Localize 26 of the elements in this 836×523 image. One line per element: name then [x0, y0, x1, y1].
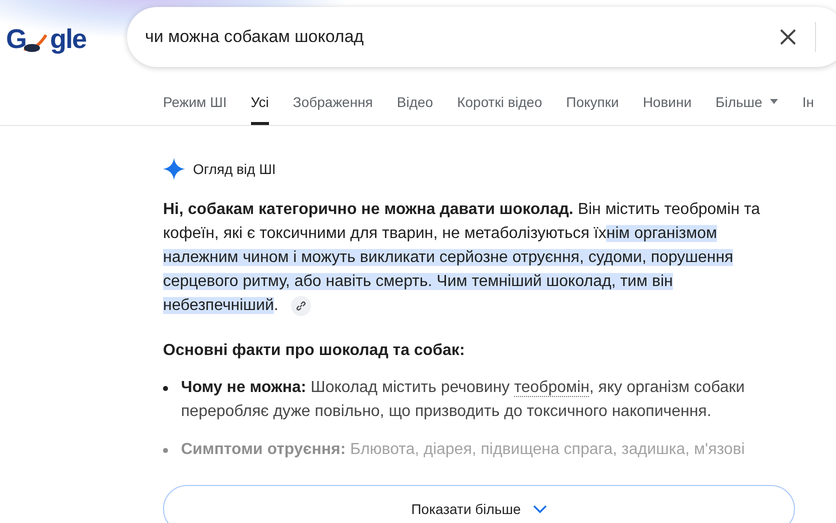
chevron-down-icon: [532, 504, 547, 514]
tab[interactable]: Короткі відео: [457, 78, 542, 125]
link-icon: [296, 301, 306, 311]
bullet-dot: [163, 386, 168, 391]
tab[interactable]: Новини: [642, 78, 692, 125]
show-more-button[interactable]: Показати більше: [163, 485, 795, 523]
tab[interactable]: Більше: [716, 78, 778, 125]
link-button[interactable]: [291, 296, 311, 316]
tab[interactable]: Відео: [396, 78, 434, 125]
section-heading: Основні факти про шоколад та собак:: [163, 342, 466, 360]
overview-paragraph: Ні, собакам категорично не можна давати шоколад. Він містить теобромін та кофеїн, які є токсичними для тварин, не метаболізуються їхнім організмом належним чином і можуть викликати серйозне отруєння, судоми, порушення серцевого ритму, або навіть смерть. Чим темніший шоколад, тим він небезпечніший.: [163, 200, 762, 316]
logo[interactable]: G gle: [6, 24, 86, 54]
tab[interactable]: Ін: [802, 78, 814, 125]
sparkle-icon: [163, 158, 185, 180]
bullet-dot: [163, 448, 168, 453]
overview-title: Огляд від ШІ: [193, 161, 276, 177]
bullet-text: Симптоми отруєння: Блювота, діарея, підвищена спрага, задишка, м'язові: [181, 440, 745, 460]
term-link[interactable]: теобромін: [514, 379, 590, 397]
tab[interactable]: Усі: [250, 78, 269, 125]
caret-icon: [770, 99, 778, 104]
tab[interactable]: Зображення: [292, 78, 373, 125]
close-icon[interactable]: [779, 28, 798, 46]
search-field[interactable]: чи можна собакам шоколад: [127, 7, 836, 67]
bullet-text: Чому не можна: Шоколад містить речовину теобромін, яку організм собаки переробляє дуже повільно, що призводить до токсичного накопичення.: [181, 378, 746, 422]
tab[interactable]: Режим ШІ: [163, 78, 227, 125]
tab[interactable]: Покупки: [566, 78, 619, 125]
